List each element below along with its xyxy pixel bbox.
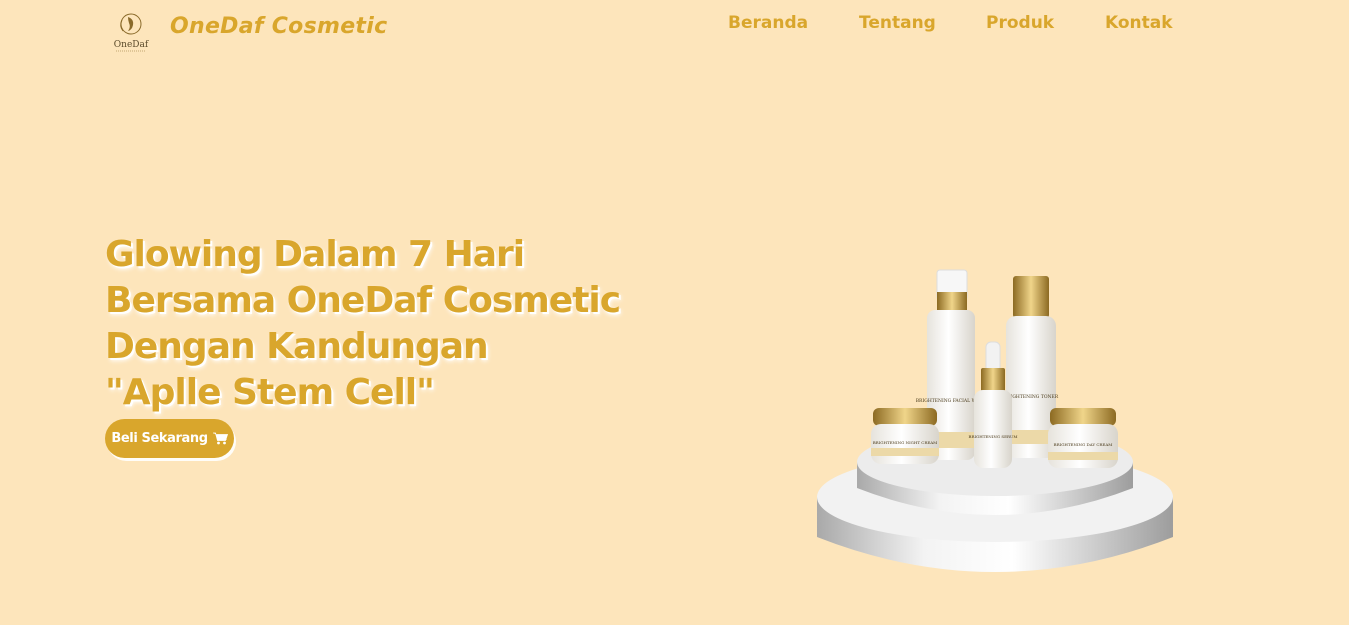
nav-link-produk[interactable]: Produk	[986, 13, 1054, 33]
buy-now-label: Beli Sekarang	[111, 431, 208, 446]
buy-now-button[interactable]: Beli Sekarang	[105, 419, 234, 458]
hero-title-line: "Aplle Stem Cell"	[105, 372, 435, 413]
hero-title-line: Bersama OneDaf Cosmetic	[105, 280, 621, 321]
hero-title: Glowing Dalam 7 Hari Bersama OneDaf Cosm…	[105, 232, 625, 416]
logo-text: OneDaf	[114, 40, 149, 50]
hero-title-line: Glowing Dalam 7 Hari	[105, 234, 525, 275]
nav-link-tentang[interactable]: Tentang	[859, 13, 936, 33]
product-label: BRIGHTENING SERUM	[969, 434, 1018, 439]
product-day-cream: BRIGHTENING DAY CREAM	[1048, 408, 1118, 468]
product-night-cream: BRIGHTENING NIGHT CREAM	[871, 408, 939, 464]
shopping-cart-icon	[212, 432, 228, 445]
product-podium-image: BRIGHTENING FACIAL WASH BRIGHTENING TONE…	[817, 269, 1173, 572]
hero-title-line: Dengan Kandungan	[105, 326, 489, 367]
brand-name[interactable]: OneDaf Cosmetic	[170, 14, 387, 39]
nav-link-beranda[interactable]: Beranda	[728, 13, 808, 33]
product-label: BRIGHTENING TONER	[1004, 394, 1059, 400]
brand-logo[interactable]: OneDaf	[108, 10, 154, 54]
product-label: BRIGHTENING DAY CREAM	[1054, 442, 1113, 447]
nav-link-kontak[interactable]: Kontak	[1105, 13, 1173, 33]
product-label: BRIGHTENING NIGHT CREAM	[873, 440, 938, 445]
navbar: OneDaf OneDaf Cosmetic Beranda Tentang P…	[0, 0, 1349, 60]
